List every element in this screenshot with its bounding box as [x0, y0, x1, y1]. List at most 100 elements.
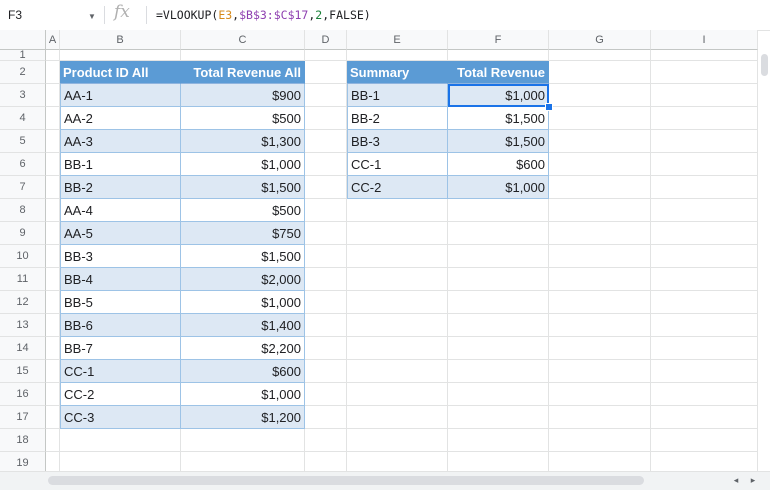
cell-g6[interactable] — [549, 153, 651, 176]
cell-e11[interactable] — [347, 268, 448, 291]
cell-a18[interactable] — [46, 429, 60, 452]
cell-g15[interactable] — [549, 360, 651, 383]
summary-revenue-cell[interactable]: $1,500 — [448, 107, 549, 130]
table-header-total-revenue[interactable]: Total Revenue — [448, 61, 549, 84]
revenue-cell[interactable]: $1,500 — [181, 245, 305, 268]
cell-a6[interactable] — [46, 153, 60, 176]
cell-i9[interactable] — [651, 222, 758, 245]
cell-g1[interactable] — [549, 50, 651, 61]
revenue-cell[interactable]: $1,500 — [181, 176, 305, 199]
cell-a14[interactable] — [46, 337, 60, 360]
cell-i10[interactable] — [651, 245, 758, 268]
cell-a4[interactable] — [46, 107, 60, 130]
row-header-17[interactable]: 17 — [0, 406, 46, 429]
row-header-16[interactable]: 16 — [0, 383, 46, 406]
cell-i12[interactable] — [651, 291, 758, 314]
summary-id-cell[interactable]: CC-2 — [347, 176, 448, 199]
cell-e12[interactable] — [347, 291, 448, 314]
cell-g7[interactable] — [549, 176, 651, 199]
cell-c18[interactable] — [181, 429, 305, 452]
cell-d13[interactable] — [305, 314, 347, 337]
product-id-cell[interactable]: BB-7 — [60, 337, 181, 360]
cell-i11[interactable] — [651, 268, 758, 291]
cell-e1[interactable] — [347, 50, 448, 61]
product-id-cell[interactable]: BB-5 — [60, 291, 181, 314]
cell-i6[interactable] — [651, 153, 758, 176]
cell-a9[interactable] — [46, 222, 60, 245]
column-header-d[interactable]: D — [305, 30, 347, 50]
column-header-g[interactable]: G — [549, 30, 651, 50]
column-header-a[interactable]: A — [46, 30, 60, 50]
revenue-cell[interactable]: $1,000 — [181, 383, 305, 406]
cell-i7[interactable] — [651, 176, 758, 199]
cell-g18[interactable] — [549, 429, 651, 452]
cell-e10[interactable] — [347, 245, 448, 268]
product-id-cell[interactable]: AA-3 — [60, 130, 181, 153]
cell-d17[interactable] — [305, 406, 347, 429]
row-header-2[interactable]: 2 — [0, 61, 46, 84]
arrow-left-icon[interactable]: ◂ — [729, 474, 743, 486]
summary-revenue-cell[interactable]: $600 — [448, 153, 549, 176]
cell-g2[interactable] — [549, 61, 651, 84]
revenue-cell[interactable]: $750 — [181, 222, 305, 245]
cell-b1[interactable] — [60, 50, 181, 61]
cell-e9[interactable] — [347, 222, 448, 245]
cell-g14[interactable] — [549, 337, 651, 360]
cell-g9[interactable] — [549, 222, 651, 245]
horizontal-scrollbar[interactable] — [0, 471, 770, 490]
cell-d3[interactable] — [305, 84, 347, 107]
product-id-cell[interactable]: BB-3 — [60, 245, 181, 268]
cell-f8[interactable] — [448, 199, 549, 222]
cell-a3[interactable] — [46, 84, 60, 107]
cell-d18[interactable] — [305, 429, 347, 452]
revenue-cell[interactable]: $900 — [181, 84, 305, 107]
cell-g5[interactable] — [549, 130, 651, 153]
cell-e15[interactable] — [347, 360, 448, 383]
row-header-15[interactable]: 15 — [0, 360, 46, 383]
row-header-6[interactable]: 6 — [0, 153, 46, 176]
product-id-cell[interactable]: AA-4 — [60, 199, 181, 222]
cell-a8[interactable] — [46, 199, 60, 222]
cell-e18[interactable] — [347, 429, 448, 452]
row-header-13[interactable]: 13 — [0, 314, 46, 337]
revenue-cell[interactable]: $1,200 — [181, 406, 305, 429]
vertical-scroll-thumb[interactable] — [761, 54, 768, 76]
selected-cell-f3[interactable]: $1,000 — [448, 84, 549, 107]
summary-id-cell[interactable]: CC-1 — [347, 153, 448, 176]
row-header-14[interactable]: 14 — [0, 337, 46, 360]
cell-d7[interactable] — [305, 176, 347, 199]
product-id-cell[interactable]: CC-2 — [60, 383, 181, 406]
row-header-10[interactable]: 10 — [0, 245, 46, 268]
revenue-cell[interactable]: $1,300 — [181, 130, 305, 153]
summary-id-cell[interactable]: BB-2 — [347, 107, 448, 130]
table-header-product-id-all[interactable]: Product ID All — [60, 61, 181, 84]
cell-i2[interactable] — [651, 61, 758, 84]
row-header-8[interactable]: 8 — [0, 199, 46, 222]
cell-f14[interactable] — [448, 337, 549, 360]
cell-c1[interactable] — [181, 50, 305, 61]
cell-d8[interactable] — [305, 199, 347, 222]
row-header-7[interactable]: 7 — [0, 176, 46, 199]
cell-f9[interactable] — [448, 222, 549, 245]
column-header-e[interactable]: E — [347, 30, 448, 50]
cell-d11[interactable] — [305, 268, 347, 291]
cell-i15[interactable] — [651, 360, 758, 383]
cell-d12[interactable] — [305, 291, 347, 314]
product-id-cell[interactable]: AA-5 — [60, 222, 181, 245]
cell-a16[interactable] — [46, 383, 60, 406]
cell-b18[interactable] — [60, 429, 181, 452]
select-all-corner[interactable] — [0, 30, 46, 50]
cell-e16[interactable] — [347, 383, 448, 406]
fill-handle[interactable] — [545, 103, 553, 111]
product-id-cell[interactable]: CC-3 — [60, 406, 181, 429]
cell-g8[interactable] — [549, 199, 651, 222]
revenue-cell[interactable]: $2,200 — [181, 337, 305, 360]
product-id-cell[interactable]: AA-1 — [60, 84, 181, 107]
cell-d6[interactable] — [305, 153, 347, 176]
product-id-cell[interactable]: BB-2 — [60, 176, 181, 199]
chevron-down-icon[interactable]: ▼ — [88, 12, 96, 21]
cell-d16[interactable] — [305, 383, 347, 406]
revenue-cell[interactable]: $600 — [181, 360, 305, 383]
cell-a5[interactable] — [46, 130, 60, 153]
cell-a15[interactable] — [46, 360, 60, 383]
